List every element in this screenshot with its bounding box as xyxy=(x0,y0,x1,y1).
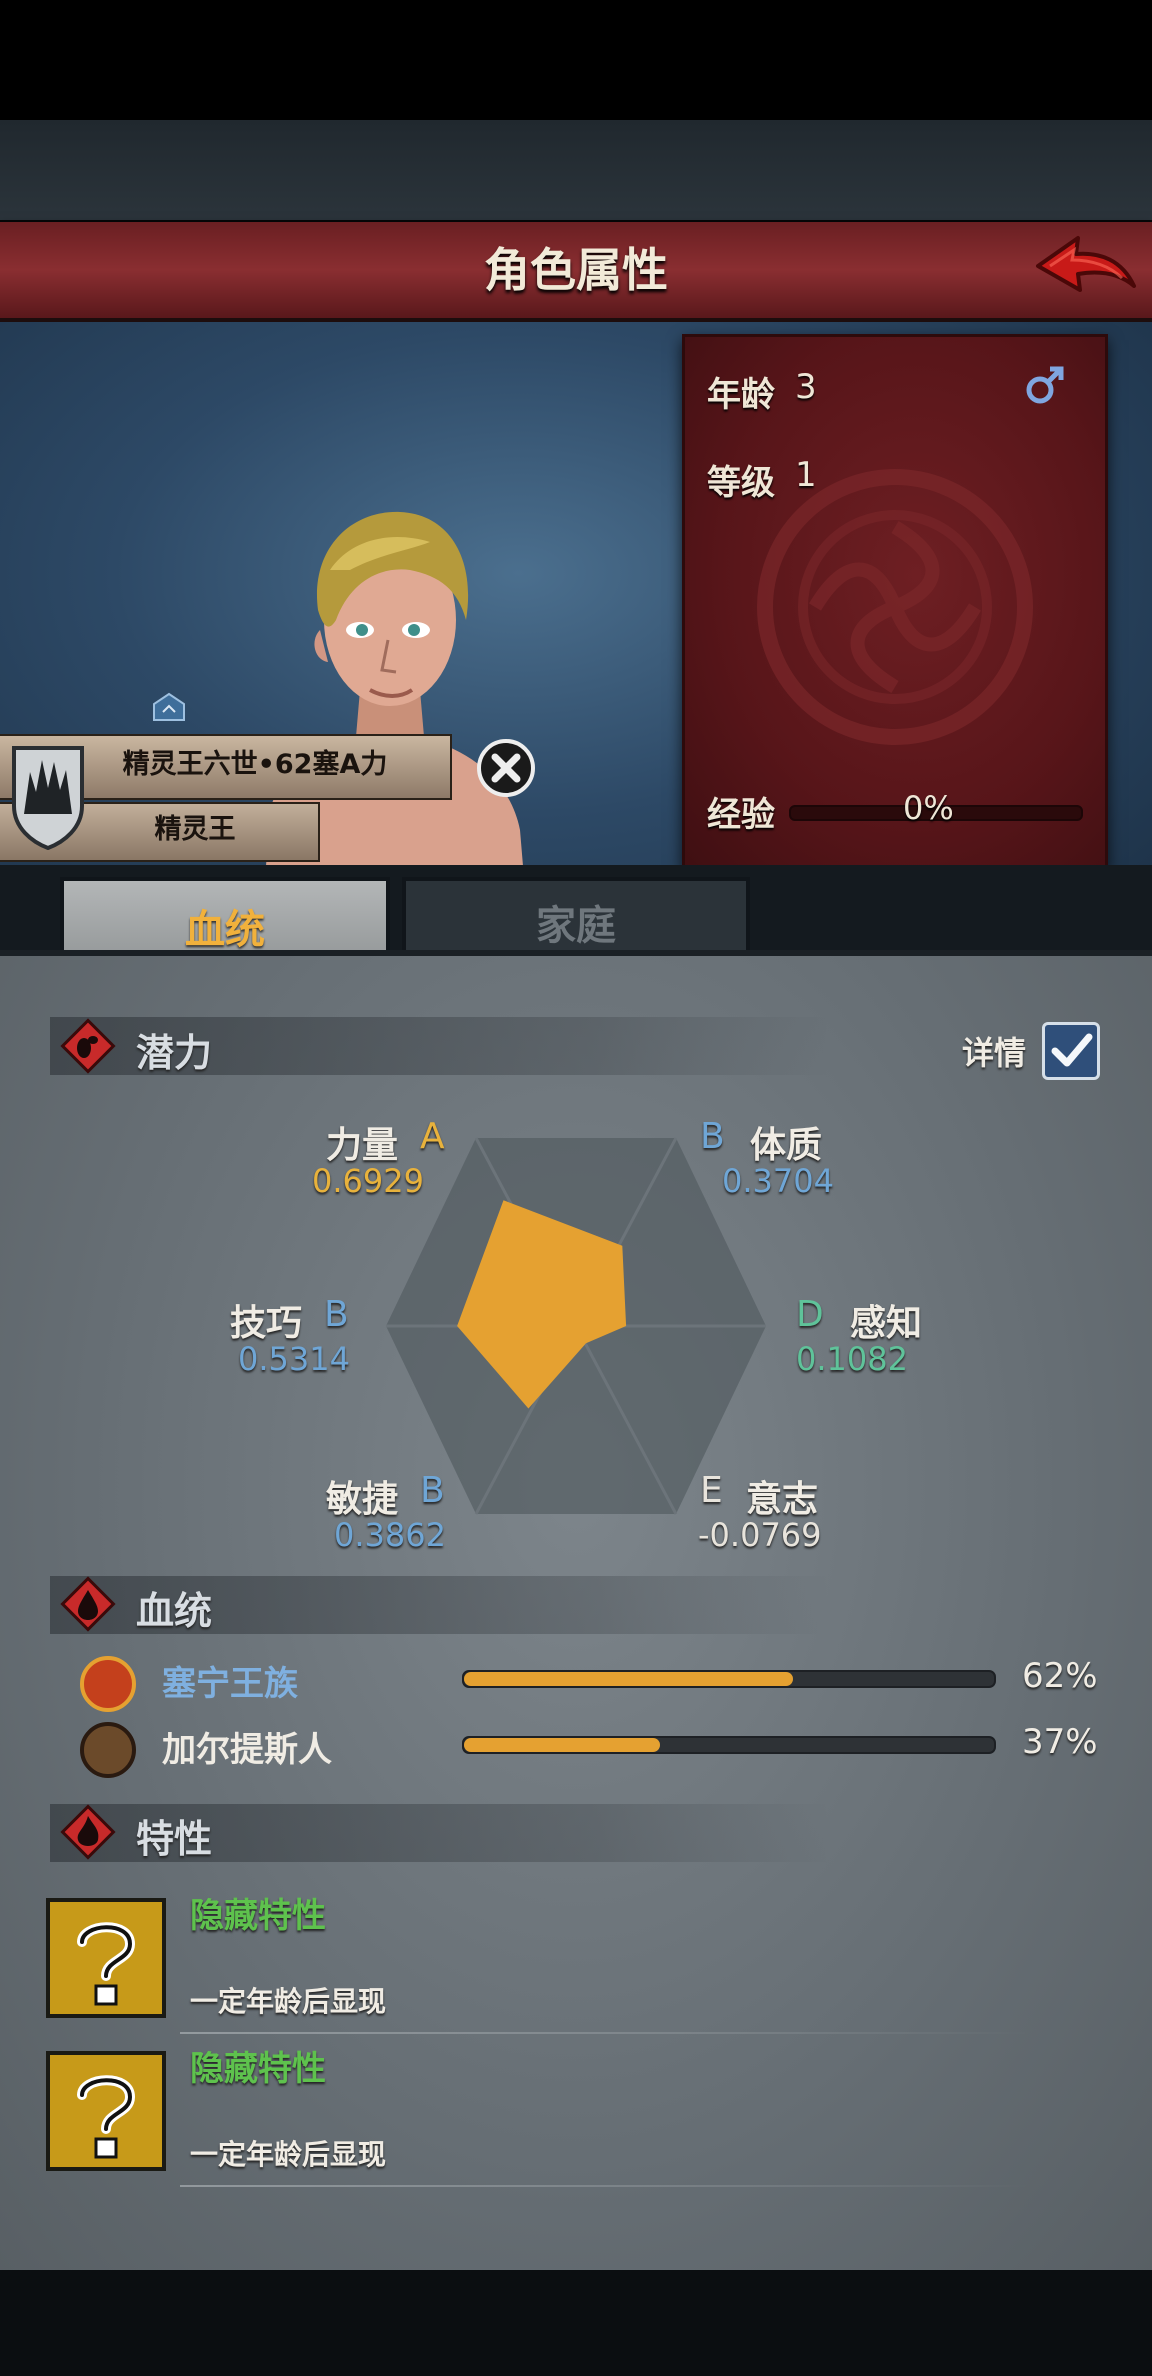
boar-lineage-icon xyxy=(80,1722,136,1778)
bottom-bar xyxy=(0,2270,1152,2376)
main-panel: 潜力 详情 力量 A 0.6929 B 体质 0.3704 D 感知 0.108… xyxy=(0,950,1152,2276)
tab-family[interactable]: 家庭 xyxy=(402,877,750,958)
bloodline-title: 血统 xyxy=(136,1589,213,1633)
details-label: 详情 xyxy=(962,1034,1027,1072)
attr-strength-value: 0.6929 xyxy=(312,1162,424,1200)
exp-percent: 0% xyxy=(903,789,954,827)
exp-label: 经验 xyxy=(707,795,775,835)
footprint-icon xyxy=(60,1018,116,1074)
character-name: 精灵王六世•62塞A力 xyxy=(122,749,388,780)
question-mark-icon xyxy=(77,1922,136,2006)
back-button[interactable] xyxy=(1030,224,1140,316)
attr-skill-name: 技巧 xyxy=(230,1303,303,1344)
hidden-trait-2-icon[interactable] xyxy=(46,2051,166,2171)
attr-agility-value: 0.3862 xyxy=(334,1516,446,1554)
bloodline-1-bar xyxy=(462,1736,996,1754)
close-icon xyxy=(477,739,535,797)
trait-1-desc: 一定年龄后显现 xyxy=(190,1985,387,2018)
close-button[interactable] xyxy=(475,737,537,799)
tab-bloodline-label: 血统 xyxy=(185,907,265,953)
attr-strength-name: 力量 xyxy=(326,1125,399,1166)
potential-title: 潜力 xyxy=(136,1031,213,1075)
family-crest-icon xyxy=(12,746,84,850)
hidden-trait-1-icon[interactable] xyxy=(46,1898,166,2018)
attr-agility-name: 敏捷 xyxy=(326,1479,399,1520)
blood-drop-icon xyxy=(60,1576,116,1632)
bloodline-0-bar xyxy=(462,1670,996,1688)
page-title: 角色属性 xyxy=(484,243,668,297)
back-arrow-icon xyxy=(1036,236,1136,292)
attr-perception-value: 0.1082 xyxy=(796,1340,908,1378)
character-info-banner: 年龄 3 等级 1 经验 0% xyxy=(682,334,1108,868)
attr-skill-value: 0.5314 xyxy=(238,1340,350,1378)
celtic-knot-emblem-icon xyxy=(757,469,1033,745)
bloodline-0-percent: 62% xyxy=(1022,1656,1098,1696)
attr-constitution-grade: B xyxy=(700,1116,725,1157)
bloodline-1-percent: 37% xyxy=(1022,1722,1098,1762)
attr-perception-grade: D xyxy=(796,1294,824,1335)
header-background xyxy=(0,120,1152,220)
traits-title: 特性 xyxy=(136,1817,213,1861)
level-value: 1 xyxy=(795,455,817,495)
attr-agility-grade: B xyxy=(420,1470,445,1511)
attr-will-name: 意志 xyxy=(746,1479,819,1520)
details-checkbox[interactable] xyxy=(1042,1022,1100,1080)
attr-will-grade: E xyxy=(700,1470,723,1511)
level-label: 等级 xyxy=(707,463,775,503)
trait-1-name: 隐藏特性 xyxy=(190,1896,326,1936)
bloodline-0-name: 塞宁王族 xyxy=(162,1664,298,1704)
attr-strength-grade: A xyxy=(420,1116,445,1157)
tab-family-label: 家庭 xyxy=(536,903,616,949)
attr-skill-grade: B xyxy=(324,1294,349,1335)
attr-constitution-name: 体质 xyxy=(750,1125,823,1166)
attr-perception-name: 感知 xyxy=(850,1303,923,1344)
character-panel: 年龄 3 等级 1 经验 0% 精灵王六世•62塞A力 精灵王 xyxy=(0,322,1152,950)
age-value: 3 xyxy=(795,367,817,407)
attr-will-value: -0.0769 xyxy=(698,1516,822,1554)
character-title: 精灵王 xyxy=(154,814,236,845)
bloodline-1-name: 加尔提斯人 xyxy=(162,1730,332,1770)
male-symbol-icon xyxy=(1026,366,1064,404)
royal-lineage-icon xyxy=(80,1656,136,1712)
trait-2-name: 隐藏特性 xyxy=(190,2049,326,2089)
checkmark-icon xyxy=(1051,1033,1093,1067)
flame-icon xyxy=(60,1804,116,1860)
attr-constitution-value: 0.3704 xyxy=(722,1162,834,1200)
trait-divider xyxy=(180,2032,1030,2034)
status-bar-area xyxy=(0,0,1152,120)
question-mark-icon xyxy=(77,2075,136,2159)
house-marker-icon xyxy=(153,692,185,721)
trait-2-desc: 一定年龄后显现 xyxy=(190,2138,387,2171)
trait-divider xyxy=(180,2185,1030,2187)
age-label: 年龄 xyxy=(707,375,775,415)
